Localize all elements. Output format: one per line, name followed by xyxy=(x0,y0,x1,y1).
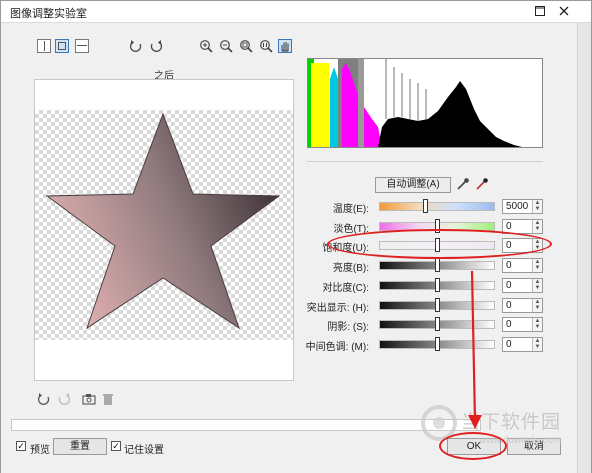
adjustment-slider-thumb[interactable] xyxy=(435,298,440,312)
spinner-arrows-icon[interactable]: ▲ ▼ xyxy=(532,338,542,351)
adjustment-label: 对比度(C): xyxy=(322,283,369,294)
pan-hand-icon[interactable] xyxy=(278,39,292,53)
ok-button[interactable]: OK xyxy=(447,438,501,455)
adjustment-slider-thumb[interactable] xyxy=(435,337,440,351)
zoom-to-fit-icon[interactable] xyxy=(239,39,253,53)
adjustment-value[interactable]: 5000 xyxy=(506,201,528,212)
adjustment-slider-thumb[interactable] xyxy=(435,258,440,272)
adjustment-label: 亮度(B): xyxy=(332,263,369,274)
spinner-arrows-icon[interactable]: ▲ ▼ xyxy=(532,239,542,252)
black-point-eyedropper-icon[interactable] xyxy=(474,177,490,193)
spinner-arrows-icon[interactable]: ▲ ▼ xyxy=(532,220,542,233)
close-icon[interactable] xyxy=(557,4,571,18)
snapshot-icon[interactable] xyxy=(82,392,96,406)
undo-icon[interactable] xyxy=(37,392,51,406)
redo-icon[interactable] xyxy=(57,392,71,406)
adjustment-value-spinner[interactable]: 0 ▲ ▼ xyxy=(502,337,543,352)
divider xyxy=(307,161,543,162)
adjustment-slider-thumb[interactable] xyxy=(423,199,428,213)
adjustment-value-spinner[interactable]: 0 ▲ ▼ xyxy=(502,278,543,293)
spinner-arrows-icon[interactable]: ▲ ▼ xyxy=(532,279,542,292)
adjustment-slider-thumb[interactable] xyxy=(435,238,440,252)
window-title: 图像调整实验室 xyxy=(10,8,87,20)
adjustment-label: 饱和度(U): xyxy=(322,243,369,254)
remember-settings-label: 记住设置 xyxy=(124,445,164,456)
split-view-vertical-button[interactable] xyxy=(37,39,51,53)
horizontal-scrollbar[interactable] xyxy=(11,419,481,431)
adjustment-slider-thumb[interactable] xyxy=(435,317,440,331)
adjustment-value-spinner[interactable]: 0 ▲ ▼ xyxy=(502,238,543,253)
zoom-actual-icon[interactable] xyxy=(259,39,273,53)
adjustment-value-spinner[interactable]: 5000 ▲ ▼ xyxy=(502,199,543,214)
adjustment-value[interactable]: 0 xyxy=(506,319,512,330)
cancel-button[interactable]: 取消 xyxy=(507,438,561,455)
adjustment-value-spinner[interactable]: 0 ▲ ▼ xyxy=(502,219,543,234)
preview-canvas[interactable] xyxy=(34,79,294,381)
split-view-horizontal-button[interactable] xyxy=(75,39,89,53)
white-point-eyedropper-icon[interactable] xyxy=(455,177,471,193)
preview-checkbox-label: 预览 xyxy=(30,445,50,456)
maximize-icon[interactable] xyxy=(533,4,547,18)
adjustment-value-spinner[interactable]: 0 ▲ ▼ xyxy=(502,298,543,313)
preview-checkbox[interactable]: ✓ xyxy=(16,441,26,451)
adjustment-value-spinner[interactable]: 0 ▲ ▼ xyxy=(502,317,543,332)
adjustment-value[interactable]: 0 xyxy=(506,221,512,232)
remember-settings-checkbox[interactable]: ✓ xyxy=(111,441,121,451)
zoom-in-icon[interactable] xyxy=(199,39,213,53)
delete-icon[interactable] xyxy=(101,392,115,406)
adjustment-value[interactable]: 0 xyxy=(506,260,512,271)
auto-adjust-button[interactable]: 自动调整(A) xyxy=(375,177,451,193)
histogram-plot xyxy=(308,59,522,147)
spinner-arrows-icon[interactable]: ▲ ▼ xyxy=(532,318,542,331)
star-image xyxy=(45,112,281,330)
spinner-arrows-icon[interactable]: ▲ ▼ xyxy=(532,299,542,312)
adjustment-slider-track[interactable] xyxy=(379,202,495,211)
adjustment-label: 温度(E): xyxy=(332,204,369,215)
spinner-arrows-icon[interactable]: ▲ ▼ xyxy=(532,259,542,272)
adjustment-label: 淡色(T): xyxy=(333,224,369,235)
adjustment-slider-thumb[interactable] xyxy=(435,219,440,233)
rotate-right-icon[interactable] xyxy=(149,39,163,53)
adjustment-value[interactable]: 0 xyxy=(506,280,512,291)
adjustment-slider-thumb[interactable] xyxy=(435,278,440,292)
histogram xyxy=(307,58,543,148)
zoom-out-icon[interactable] xyxy=(219,39,233,53)
rotate-left-icon[interactable] xyxy=(129,39,143,53)
reset-button[interactable]: 重置 xyxy=(53,438,107,455)
background-app-strip xyxy=(577,23,591,473)
adjustment-value-spinner[interactable]: 0 ▲ ▼ xyxy=(502,258,543,273)
adjustment-value[interactable]: 0 xyxy=(506,300,512,311)
adjustment-label: 突出显示: (H): xyxy=(306,303,369,314)
adjustment-label: 阴影: (S): xyxy=(327,322,369,333)
single-view-button[interactable] xyxy=(55,39,69,53)
spinner-arrows-icon[interactable]: ▲ ▼ xyxy=(532,200,542,213)
adjustment-label: 中间色调: (M): xyxy=(305,342,369,353)
adjustment-value[interactable]: 0 xyxy=(506,240,512,251)
adjustment-value[interactable]: 0 xyxy=(506,339,512,350)
image-adjustment-lab-dialog: 图像调整实验室 之后 自动调整(A) 温度(E): 5000 ▲ ▼ 淡色(T)… xyxy=(0,0,592,473)
title-bar: 图像调整实验室 xyxy=(1,1,591,23)
